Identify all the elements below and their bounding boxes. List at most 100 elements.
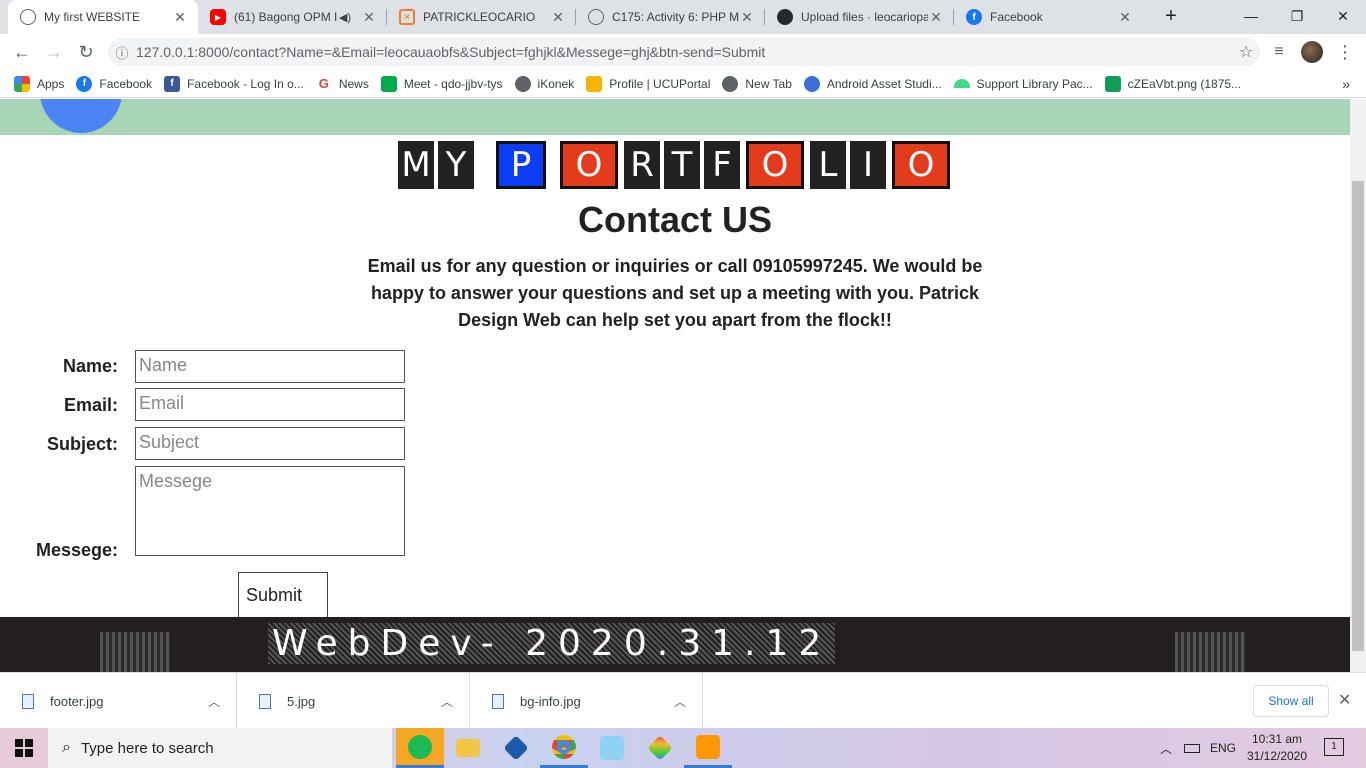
download-item[interactable]: footer.jpg ︿: [0, 673, 237, 729]
show-all-button[interactable]: Show all: [1253, 685, 1329, 717]
profile-avatar[interactable]: [1297, 37, 1327, 67]
info-icon[interactable]: ⓘ: [108, 43, 136, 62]
android-icon: [953, 79, 970, 88]
clock[interactable]: 10:31 am 31/12/2020: [1242, 731, 1312, 765]
tab-c175-activity[interactable]: C175: Activity 6: PHP M ✕: [576, 0, 765, 34]
logo-letter: M: [398, 141, 434, 189]
browser-toolbar: ← → ↻ ⓘ 127.0.0.1:8000/contact?Name=&Ema…: [0, 34, 1366, 70]
maximize-button[interactable]: ❐: [1274, 0, 1320, 32]
subject-input[interactable]: Subject: [135, 427, 405, 460]
bookmark-label: Apps: [37, 76, 65, 91]
youtube-icon: ▶: [210, 9, 226, 25]
download-filename: bg-info.jpg: [520, 693, 581, 709]
menu-kebab-icon[interactable]: ⋮: [1330, 37, 1360, 67]
submit-button[interactable]: Submit: [238, 572, 328, 618]
windows-logo-icon: [15, 739, 33, 757]
bookmark-ikonek[interactable]: iKonek: [514, 75, 574, 92]
notification-center-icon[interactable]: 1: [1324, 738, 1344, 756]
tab-youtube[interactable]: ▶ (61) Bagong OPM I ◀) ✕: [198, 0, 387, 34]
message-label: Messege:: [35, 540, 118, 560]
address-bar[interactable]: ⓘ 127.0.0.1:8000/contact?Name=&Email=leo…: [108, 38, 1260, 66]
globe-icon: [588, 9, 604, 25]
close-icon[interactable]: ✕: [1338, 690, 1351, 710]
bookmark-android-asset-studio[interactable]: Android Asset Studi...: [803, 75, 942, 92]
email-input[interactable]: Email: [135, 388, 405, 421]
facebook-icon: f: [76, 75, 93, 92]
close-icon[interactable]: ✕: [172, 9, 188, 26]
media-control-icon[interactable]: ≡: [1264, 37, 1294, 67]
notepad-taskbar-icon[interactable]: [588, 728, 636, 768]
chevron-up-icon[interactable]: ︿: [208, 693, 220, 710]
logo-letter: Y: [438, 141, 474, 189]
download-item[interactable]: 5.jpg ︿: [237, 673, 470, 729]
tab-title: My first WEBSITE: [44, 10, 140, 24]
page-scrollbar[interactable]: [1350, 99, 1366, 672]
logo-letter: P: [496, 141, 546, 189]
contact-intro-text: Email us for any question or inquiries o…: [367, 256, 983, 330]
sublime-text-taskbar-icon[interactable]: [684, 728, 732, 768]
battery-icon[interactable]: [1184, 743, 1201, 753]
system-tray: ︿ ENG: [1160, 728, 1236, 768]
language-indicator[interactable]: ENG: [1210, 741, 1236, 755]
bookmark-image-png[interactable]: cZEaVbt.png (1875...: [1104, 75, 1241, 92]
chevron-up-icon[interactable]: ︿: [441, 693, 453, 710]
scrollbar-thumb[interactable]: [1352, 181, 1364, 651]
chevron-up-icon[interactable]: ︿: [674, 693, 686, 710]
tab-facebook[interactable]: f Facebook ✕: [954, 0, 1143, 34]
tab-patrickleocario[interactable]: ✕ PATRICKLEOCARIO ✕: [387, 0, 576, 34]
android-studio-icon: [803, 75, 820, 92]
git-taskbar-icon[interactable]: [636, 728, 684, 768]
bookmark-label: Meet - qdo-jjbv-tys: [403, 76, 503, 91]
address-url[interactable]: 127.0.0.1:8000/contact?Name=&Email=leoca…: [136, 44, 1232, 60]
globe-icon: [514, 75, 531, 92]
forward-button[interactable]: →: [39, 37, 69, 67]
logo-letter: L: [810, 141, 846, 189]
bookmark-apps[interactable]: Apps: [14, 75, 65, 92]
tab-my-first-website[interactable]: My first WEBSITE ✕: [8, 0, 198, 34]
bookmark-facebook[interactable]: f Facebook: [76, 75, 152, 92]
close-icon[interactable]: ✕: [550, 9, 566, 26]
new-tab-button[interactable]: +: [1148, 0, 1194, 32]
file-icon: [259, 693, 271, 709]
reload-button[interactable]: ↻: [71, 37, 101, 67]
bookmark-facebook-login[interactable]: f Facebook - Log In o...: [164, 75, 304, 92]
bookmark-news[interactable]: G News: [315, 75, 369, 92]
chevron-up-icon[interactable]: ︿: [1160, 740, 1172, 757]
close-icon[interactable]: ✕: [361, 9, 377, 26]
bookmark-star-icon[interactable]: ☆: [1232, 42, 1260, 62]
spotify-taskbar-icon[interactable]: [396, 728, 444, 768]
windows-taskbar: ⌕ Type here to search ︿ ENG 10:31 am 31/…: [0, 728, 1366, 768]
bookmark-meet[interactable]: Meet - qdo-jjbv-tys: [380, 75, 503, 92]
tab-title: Upload files · leocariopa: [801, 10, 928, 24]
close-icon[interactable]: ✕: [1117, 9, 1133, 26]
download-item[interactable]: bg-info.jpg ︿: [470, 673, 703, 729]
window-close-button[interactable]: ✕: [1320, 0, 1366, 32]
virtualbox-taskbar-icon[interactable]: [492, 728, 540, 768]
tab-strip: My first WEBSITE ✕ ▶ (61) Bagong OPM I ◀…: [0, 0, 1366, 34]
bookmark-support-library[interactable]: Support Library Pac...: [953, 77, 1093, 91]
apps-grid-icon: [14, 75, 30, 92]
tab-title: C175: Activity 6: PHP M: [612, 10, 739, 24]
downloads-bar: footer.jpg ︿ 5.jpg ︿ bg-info.jpg ︿ Show …: [0, 672, 1366, 729]
bookmark-label: Profile | UCUPortal: [609, 76, 711, 91]
close-icon[interactable]: ✕: [928, 9, 944, 26]
file-explorer-taskbar-icon[interactable]: [444, 728, 492, 768]
back-button[interactable]: ←: [7, 37, 37, 67]
header-bar: [0, 99, 1350, 135]
close-icon[interactable]: ✕: [739, 9, 755, 26]
minimize-button[interactable]: —: [1228, 0, 1274, 32]
more-bookmarks-icon[interactable]: »: [1342, 76, 1350, 92]
search-icon: ⌕: [62, 739, 71, 756]
bookmark-new-tab[interactable]: New Tab: [722, 75, 792, 92]
chrome-taskbar-icon[interactable]: [540, 728, 588, 768]
windows-start-button[interactable]: [0, 728, 48, 768]
bookmark-ucuportal[interactable]: Profile | UCUPortal: [586, 75, 711, 92]
speaker-icon[interactable]: ◀): [339, 11, 351, 24]
name-input[interactable]: Name: [135, 350, 405, 383]
message-textarea[interactable]: Messege: [135, 466, 405, 556]
clock-date: 31/12/2020: [1246, 749, 1308, 763]
globe-icon: [20, 9, 36, 25]
taskbar-search[interactable]: ⌕ Type here to search: [48, 728, 392, 768]
tab-github-upload[interactable]: Upload files · leocariopa ✕: [765, 0, 954, 34]
search-placeholder: Type here to search: [80, 739, 214, 757]
